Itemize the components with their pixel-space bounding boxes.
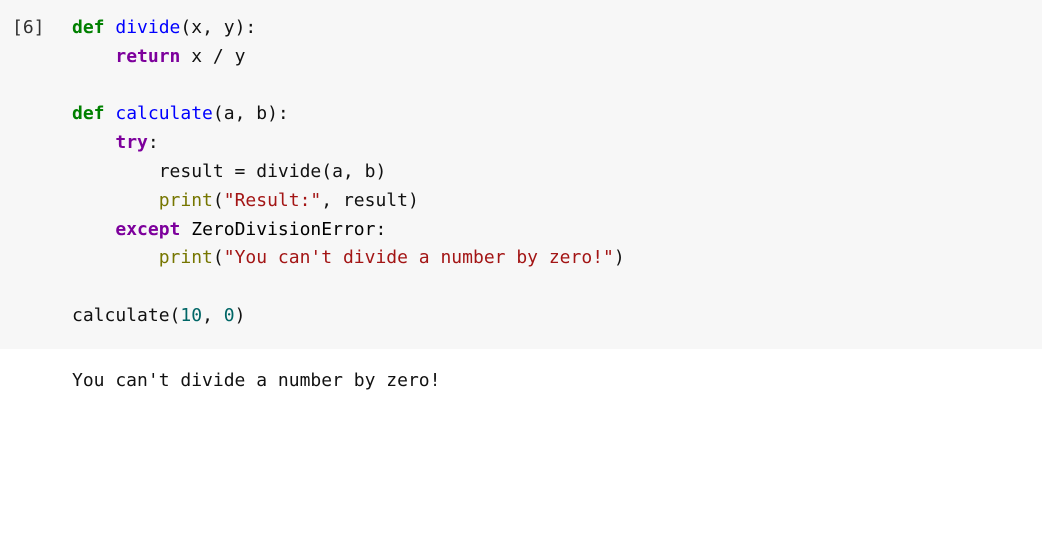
function-name: calculate xyxy=(115,103,213,124)
function-name: divide xyxy=(115,17,180,38)
string-literal: "You can't divide a number by zero!" xyxy=(224,247,614,268)
params: (x, y): xyxy=(180,17,256,38)
builtin-print: print xyxy=(159,247,213,268)
keyword-try: try xyxy=(115,132,148,153)
code-editor[interactable]: def divide(x, y): return x / y def calcu… xyxy=(72,14,1030,331)
keyword-except: except xyxy=(115,219,180,240)
input-prompt-label: [6] xyxy=(12,14,72,43)
code-text: x / y xyxy=(180,46,245,67)
exception-name: ZeroDivisionError xyxy=(180,219,375,240)
number-literal: 0 xyxy=(224,305,235,326)
paren: ) xyxy=(614,247,625,268)
number-literal: 10 xyxy=(180,305,202,326)
keyword-def: def xyxy=(72,103,105,124)
code-input-cell[interactable]: [6] def divide(x, y): return x / y def c… xyxy=(0,0,1042,349)
code-output-cell: You can't divide a number by zero! xyxy=(0,349,1042,400)
params: (a, b): xyxy=(213,103,289,124)
code-text: result = divide(a, b) xyxy=(159,161,387,182)
keyword-def: def xyxy=(72,17,105,38)
stdout-text: You can't divide a number by zero! xyxy=(72,367,1030,396)
code-text: calculate( xyxy=(72,305,180,326)
paren: ) xyxy=(235,305,246,326)
keyword-return: return xyxy=(115,46,180,67)
colon: : xyxy=(148,132,159,153)
colon: : xyxy=(375,219,386,240)
code-text: , result) xyxy=(321,190,419,211)
paren: ( xyxy=(213,190,224,211)
paren: ( xyxy=(213,247,224,268)
code-text: , xyxy=(202,305,224,326)
string-literal: "Result:" xyxy=(224,190,322,211)
builtin-print: print xyxy=(159,190,213,211)
